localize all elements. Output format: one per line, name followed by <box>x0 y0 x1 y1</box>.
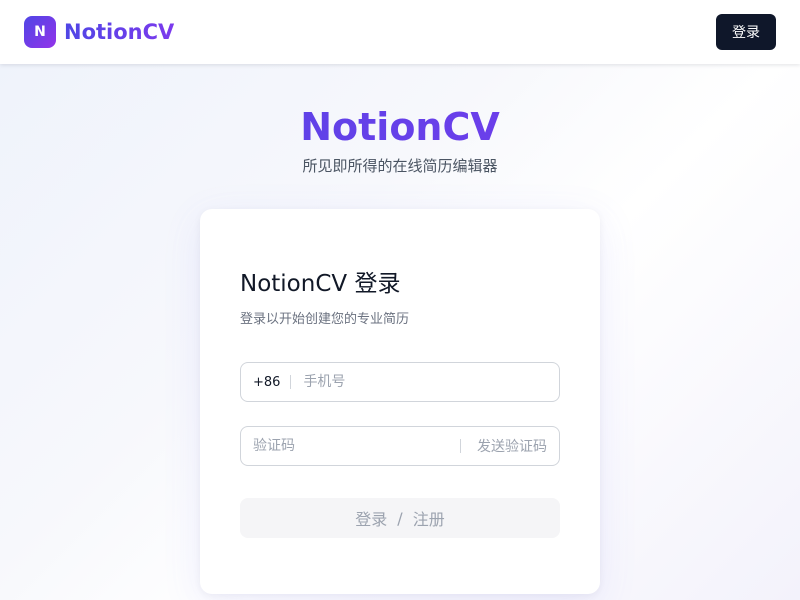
login-register-button[interactable]: 登录 / 注册 <box>240 498 560 538</box>
hero-subtitle: 所见即所得的在线简历编辑器 <box>302 157 498 175</box>
submit-separator: / <box>397 508 403 528</box>
send-code-button[interactable]: 发送验证码 <box>461 436 547 456</box>
brand-name: NotionCV <box>64 20 175 44</box>
n-letter-logo-icon: N <box>24 16 56 48</box>
brand[interactable]: N NotionCV <box>24 16 174 48</box>
phone-field: +86 <box>240 362 560 402</box>
login-card-subtitle: 登录以开始创建您的专业简历 <box>240 312 410 327</box>
login-card-title: NotionCV 登录 <box>240 271 401 297</box>
phone-input[interactable] <box>291 363 547 401</box>
header-login-button[interactable]: 登录 <box>716 14 776 50</box>
verification-code-field: 发送验证码 <box>240 426 560 466</box>
verification-code-input[interactable] <box>253 427 460 465</box>
country-code-prefix[interactable]: +86 <box>253 375 290 390</box>
hero-title: NotionCV <box>0 102 800 152</box>
submit-login-label: 登录 <box>355 510 388 529</box>
login-card: NotionCV 登录 登录以开始创建您的专业简历 +86 发送验证码 登录 /… <box>200 209 600 594</box>
top-navbar: N NotionCV 登录 <box>0 0 800 64</box>
submit-register-label: 注册 <box>412 510 445 529</box>
